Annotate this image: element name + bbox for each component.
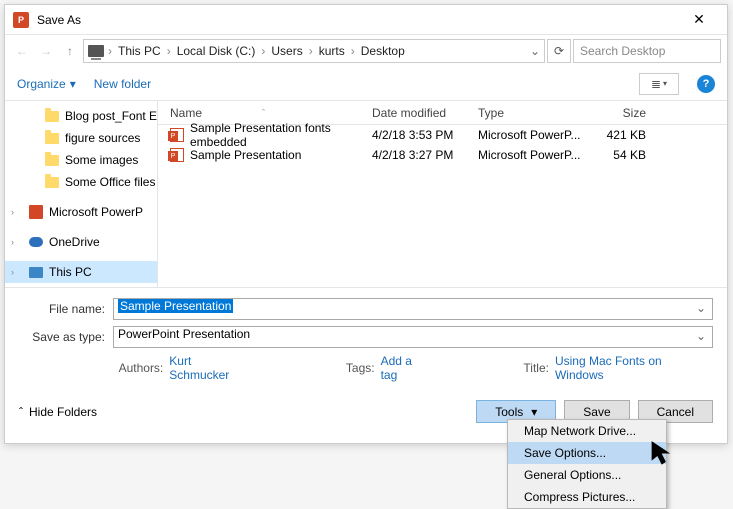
- tree-item[interactable]: Blog post_Font E: [5, 105, 157, 127]
- search-input[interactable]: Search Desktop: [573, 39, 721, 63]
- hide-folders-label: Hide Folders: [29, 405, 97, 419]
- address-dropdown-icon[interactable]: ⌄: [530, 44, 540, 58]
- ppt-icon: [29, 205, 43, 219]
- file-size: 54 KB: [598, 148, 658, 162]
- toolbar: Organize ▾ New folder ≣ ▾ ?: [5, 67, 727, 101]
- chevron-up-icon: ˆ: [19, 405, 23, 419]
- breadcrumb-segment[interactable]: kurts: [317, 44, 347, 58]
- expand-icon[interactable]: ›: [11, 207, 14, 217]
- organize-menu[interactable]: Organize ▾: [17, 77, 76, 91]
- thispc-icon: [29, 267, 43, 278]
- tree-item-label: figure sources: [65, 131, 140, 145]
- cloud-icon: [29, 237, 43, 247]
- back-button[interactable]: ←: [11, 40, 33, 62]
- close-button[interactable]: ✕: [679, 7, 719, 33]
- file-name: Sample Presentation: [190, 148, 301, 162]
- file-list: Name ˆ Date modified Type Size Sample Pr…: [157, 101, 727, 287]
- tree-item[interactable]: figure sources: [5, 127, 157, 149]
- new-folder-button[interactable]: New folder: [94, 77, 151, 91]
- file-type: Microsoft PowerP...: [478, 128, 598, 142]
- hide-folders-toggle[interactable]: ˆ Hide Folders: [19, 405, 97, 419]
- navigation-tree: Blog post_Font E figure sources Some image…: [5, 101, 157, 287]
- mouse-cursor-icon: [650, 440, 676, 469]
- tree-item-label: Some Office files: [65, 175, 155, 189]
- file-row[interactable]: Sample Presentation fonts embedded4/2/18…: [158, 125, 727, 145]
- sort-indicator-icon: ˆ: [262, 108, 265, 118]
- chevron-right-icon[interactable]: ›: [261, 44, 265, 58]
- tree-item[interactable]: Some Office files: [5, 171, 157, 193]
- powerpoint-file-icon: [170, 148, 184, 162]
- authors-value[interactable]: Kurt Schmucker: [169, 354, 254, 382]
- column-header-type[interactable]: Type: [478, 106, 598, 120]
- menu-item[interactable]: General Options...: [508, 464, 666, 486]
- folder-icon: [45, 133, 59, 144]
- forward-button[interactable]: →: [35, 40, 57, 62]
- save-form-panel: File name: Sample Presentation Save as t…: [5, 287, 727, 431]
- up-button[interactable]: ↑: [59, 40, 81, 62]
- tools-context-menu: Map Network Drive...Save Options...Gener…: [507, 419, 667, 509]
- address-bar-row: ← → ↑ › This PC › Local Disk (C:) › User…: [5, 35, 727, 67]
- organize-label: Organize: [17, 77, 66, 91]
- title-meta-value[interactable]: Using Mac Fonts on Windows: [555, 354, 713, 382]
- chevron-right-icon[interactable]: ›: [351, 44, 355, 58]
- savetype-label: Save as type:: [19, 330, 113, 344]
- menu-item[interactable]: Compress Pictures...: [508, 486, 666, 508]
- filename-input[interactable]: Sample Presentation: [113, 298, 713, 320]
- powerpoint-file-icon: [170, 128, 184, 142]
- tags-value[interactable]: Add a tag: [381, 354, 432, 382]
- filename-selected-text: Sample Presentation: [118, 299, 233, 313]
- tree-item[interactable]: › OneDrive: [5, 231, 157, 253]
- menu-item[interactable]: Map Network Drive...: [508, 420, 666, 442]
- expand-icon[interactable]: ›: [11, 267, 14, 277]
- breadcrumb-segment[interactable]: Desktop: [359, 44, 407, 58]
- title-meta-label: Title:: [523, 361, 549, 375]
- help-button[interactable]: ?: [697, 75, 715, 93]
- file-date: 4/2/18 3:53 PM: [372, 128, 478, 142]
- refresh-button[interactable]: ⟳: [547, 39, 571, 63]
- view-options-button[interactable]: ≣ ▾: [639, 73, 679, 95]
- file-row[interactable]: Sample Presentation 4/2/18 3:27 PMMicroso…: [158, 145, 727, 165]
- thispc-icon: [88, 45, 104, 57]
- column-header-date[interactable]: Date modified: [372, 106, 478, 120]
- chevron-right-icon[interactable]: ›: [309, 44, 313, 58]
- breadcrumb-segment[interactable]: This PC: [116, 44, 163, 58]
- authors-label: Authors:: [119, 361, 164, 375]
- folder-icon: [45, 177, 59, 188]
- tree-item-label: Microsoft PowerP: [49, 205, 143, 219]
- breadcrumb-segment[interactable]: Local Disk (C:): [175, 44, 258, 58]
- breadcrumb-segment[interactable]: Users: [269, 44, 304, 58]
- address-bar[interactable]: › This PC › Local Disk (C:) › Users › ku…: [83, 39, 545, 63]
- menu-item[interactable]: Save Options...: [508, 442, 666, 464]
- file-size: 421 KB: [598, 128, 658, 142]
- chevron-down-icon: ▾: [531, 405, 537, 419]
- column-header-name[interactable]: Name ˆ: [158, 106, 372, 120]
- tools-label: Tools: [495, 405, 523, 419]
- savetype-dropdown[interactable]: PowerPoint Presentation: [113, 326, 713, 348]
- titlebar: P Save As ✕: [5, 5, 727, 35]
- folder-icon: [45, 111, 59, 122]
- file-name: Sample Presentation fonts embedded: [190, 121, 372, 149]
- dialog-title: Save As: [37, 13, 679, 27]
- tags-label: Tags:: [346, 361, 375, 375]
- chevron-right-icon[interactable]: ›: [108, 44, 112, 58]
- tree-item-label: Blog post_Font E: [65, 109, 157, 123]
- filename-label: File name:: [19, 302, 113, 316]
- tree-item[interactable]: › This PC: [5, 261, 157, 283]
- browser-body: Blog post_Font E figure sources Some image…: [5, 101, 727, 287]
- file-date: 4/2/18 3:27 PM: [372, 148, 478, 162]
- tree-item-label: This PC: [49, 265, 92, 279]
- savetype-value: PowerPoint Presentation: [118, 327, 250, 341]
- tree-item[interactable]: › Microsoft PowerP: [5, 201, 157, 223]
- column-header-size[interactable]: Size: [598, 106, 658, 120]
- tree-item-label: OneDrive: [49, 235, 100, 249]
- tree-item-label: Some images: [65, 153, 138, 167]
- chevron-down-icon: ▾: [70, 77, 76, 91]
- expand-icon[interactable]: ›: [11, 237, 14, 247]
- save-as-dialog: P Save As ✕ ← → ↑ › This PC › Local Disk…: [4, 4, 728, 444]
- tree-item[interactable]: Some images: [5, 149, 157, 171]
- folder-icon: [45, 155, 59, 166]
- file-type: Microsoft PowerP...: [478, 148, 598, 162]
- powerpoint-app-icon: P: [13, 12, 29, 28]
- chevron-right-icon[interactable]: ›: [167, 44, 171, 58]
